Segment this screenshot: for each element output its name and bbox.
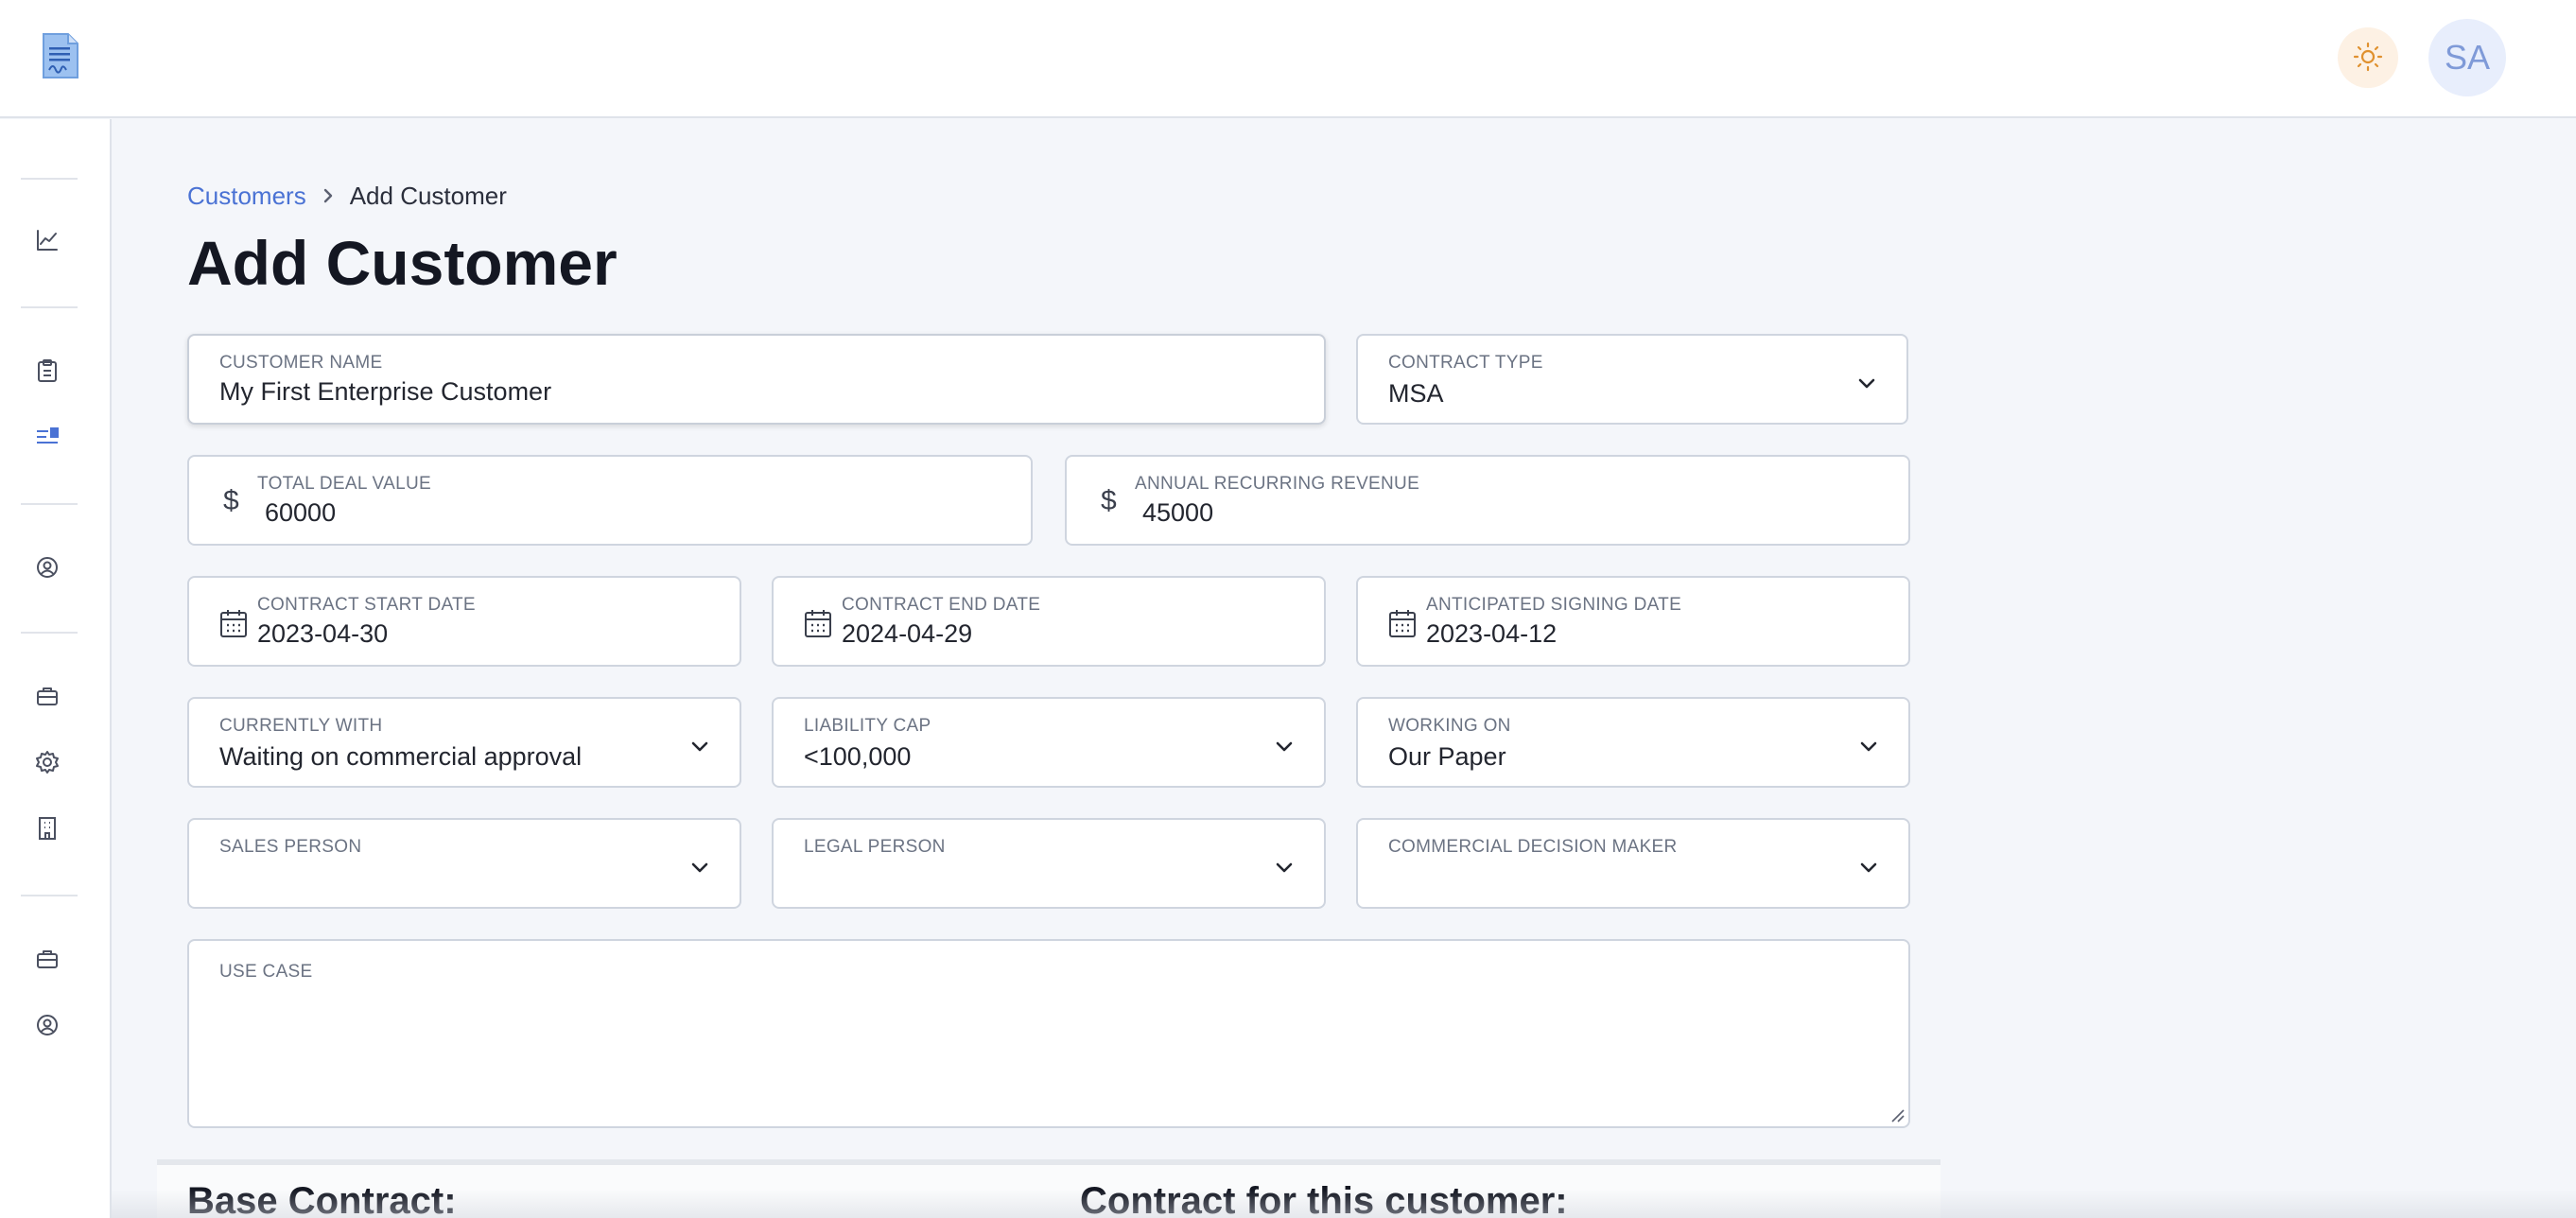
sidebar-divider (21, 503, 78, 505)
chevron-down-icon (1273, 856, 1296, 879)
clipboard-icon[interactable] (34, 357, 61, 384)
page-title: Add Customer (187, 228, 618, 298)
field-label: CONTRACT START DATE (257, 595, 476, 615)
liability-cap-select[interactable]: LIABILITY CAP <100,000 (772, 697, 1326, 788)
contract-start-date-input[interactable]: CONTRACT START DATE 2023-04-30 (187, 576, 741, 667)
base-contract-heading: Base Contract: (187, 1180, 457, 1218)
field-value: 60000 (265, 498, 337, 527)
chevron-down-icon (1857, 735, 1880, 757)
chevron-down-icon (1857, 856, 1880, 879)
breadcrumb-current: Add Customer (349, 181, 507, 210)
anticipated-signing-date-input[interactable]: ANTICIPATED SIGNING DATE 2023-04-12 (1356, 576, 1910, 667)
contract-end-date-input[interactable]: CONTRACT END DATE 2024-04-29 (772, 576, 1326, 667)
avatar-initials: SA (2444, 38, 2491, 77)
theme-toggle-button[interactable] (2338, 27, 2398, 88)
field-label: WORKING ON (1388, 716, 1511, 736)
field-label: CONTRACT TYPE (1388, 353, 1543, 373)
field-label: ANNUAL RECURRING REVENUE (1135, 474, 1420, 494)
currently-with-select[interactable]: CURRENTLY WITH Waiting on commercial app… (187, 697, 741, 788)
field-value: 2024-04-29 (842, 619, 973, 648)
sidebar-divider (21, 306, 78, 308)
briefcase-icon[interactable] (34, 946, 61, 972)
list-checks-icon[interactable] (34, 424, 61, 450)
chart-line-icon[interactable] (34, 227, 61, 253)
field-value: Our Paper (1388, 742, 1506, 771)
field-label: TOTAL DEAL VALUE (257, 474, 431, 494)
calendar-icon (219, 608, 248, 638)
sales-person-select[interactable]: SALES PERSON (187, 818, 741, 909)
sidebar-divider (21, 632, 78, 634)
chevron-down-icon (688, 856, 711, 879)
field-value: <100,000 (804, 742, 912, 771)
main-content: Customers Add Customer Add Customer (187, 180, 1908, 298)
top-bar: SA (0, 0, 2576, 118)
calendar-icon (804, 608, 832, 638)
dollar-prefix: $ (1101, 485, 1117, 516)
field-label: COMMERCIAL DECISION MAKER (1388, 837, 1678, 857)
field-label: LIABILITY CAP (804, 716, 931, 736)
field-label: ANTICIPATED SIGNING DATE (1426, 595, 1682, 615)
dollar-prefix: $ (223, 485, 239, 516)
field-value: 45000 (1142, 498, 1214, 527)
field-value: 2023-04-12 (1426, 619, 1558, 648)
sidebar-divider (21, 895, 78, 896)
field-label: USE CASE (219, 962, 313, 982)
sun-icon (2353, 42, 2383, 75)
chevron-right-icon (322, 187, 335, 204)
chevron-down-icon (1855, 372, 1878, 394)
breadcrumb: Customers Add Customer (187, 180, 1908, 212)
field-value: 2023-04-30 (257, 619, 389, 648)
commercial-decision-maker-select[interactable]: COMMERCIAL DECISION MAKER (1356, 818, 1910, 909)
contracts-panel: Base Contract: Contract for this custome… (157, 1159, 1941, 1218)
avatar[interactable]: SA (2428, 19, 2506, 96)
field-label: SALES PERSON (219, 837, 362, 857)
field-value: MSA (1388, 379, 1444, 408)
briefcase-icon[interactable] (34, 683, 61, 709)
field-label: LEGAL PERSON (804, 837, 946, 857)
field-label: CONTRACT END DATE (842, 595, 1041, 615)
working-on-select[interactable]: WORKING ON Our Paper (1356, 697, 1910, 788)
building-icon[interactable] (34, 815, 61, 842)
annual-recurring-revenue-input[interactable]: $ ANNUAL RECURRING REVENUE 45000 (1065, 455, 1910, 546)
breadcrumb-link-customers[interactable]: Customers (187, 182, 306, 211)
user-circle-icon[interactable] (34, 554, 61, 581)
legal-person-select[interactable]: LEGAL PERSON (772, 818, 1326, 909)
customer-name-input[interactable]: CUSTOMER NAME My First Enterprise Custom… (187, 334, 1326, 425)
user-circle-icon[interactable] (34, 1012, 61, 1038)
calendar-icon (1388, 608, 1417, 638)
total-deal-value-input[interactable]: $ TOTAL DEAL VALUE 60000 (187, 455, 1033, 546)
gear-icon[interactable] (34, 749, 61, 775)
field-value: My First Enterprise Customer (219, 377, 552, 406)
customer-contract-heading: Contract for this customer: (1080, 1180, 1568, 1218)
chevron-down-icon (1273, 735, 1296, 757)
field-label: CUSTOMER NAME (219, 353, 383, 373)
contract-type-select[interactable]: CONTRACT TYPE MSA (1356, 334, 1908, 425)
sidebar (0, 119, 112, 1218)
resize-handle-icon[interactable] (1889, 1107, 1905, 1122)
sidebar-divider (21, 178, 78, 180)
use-case-textarea[interactable]: USE CASE (187, 939, 1910, 1128)
document-signature-icon[interactable] (42, 32, 79, 79)
field-value: Waiting on commercial approval (219, 742, 583, 771)
chevron-down-icon (688, 735, 711, 757)
field-label: CURRENTLY WITH (219, 716, 383, 736)
